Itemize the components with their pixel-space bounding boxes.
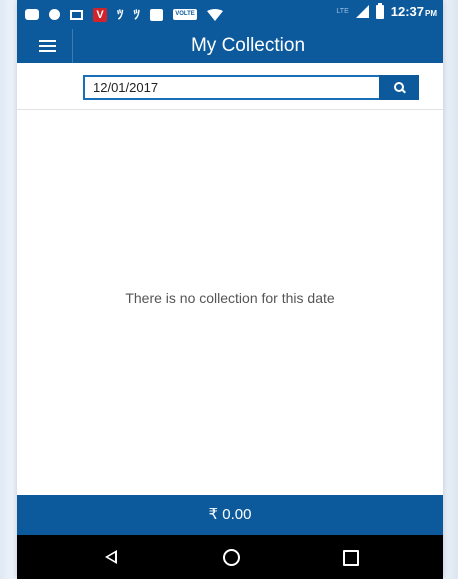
app-bar: My Collection <box>17 29 443 63</box>
search-icon-handle <box>401 88 406 94</box>
home-icon[interactable] <box>223 549 240 566</box>
system-nav-bar <box>17 535 443 579</box>
app-icon: ﾂ <box>133 6 141 22</box>
hamburger-menu-icon-line <box>39 50 56 52</box>
collection-total-bar: ₹ 0.00 <box>17 495 443 535</box>
hamburger-menu-icon <box>39 40 56 42</box>
search-button[interactable] <box>379 75 419 100</box>
location-pin-icon <box>49 9 60 20</box>
date-search-bar <box>17 63 443 110</box>
page-title: My Collection <box>190 35 306 56</box>
date-input[interactable] <box>83 75 379 100</box>
screen-icon <box>70 9 83 20</box>
lte-label: LTE <box>336 8 349 15</box>
volte-icon: VOLTE <box>173 9 197 20</box>
message-icon <box>25 9 39 20</box>
clock-ampm: PM <box>425 9 437 18</box>
signal-icon <box>355 5 369 18</box>
collection-total: ₹ 0.00 <box>208 506 252 523</box>
wifi-icon <box>207 8 223 21</box>
hamburger-menu-button[interactable] <box>17 29 73 63</box>
back-icon[interactable] <box>105 550 117 564</box>
bag-icon <box>150 8 163 21</box>
clock-time: 12:37 <box>390 4 424 19</box>
phone-screen: V ﾂ ﾂ VOLTE LTE 12:37PM My Collection Th… <box>17 0 443 579</box>
vivaldi-v-icon: V <box>93 7 107 22</box>
recent-apps-icon[interactable] <box>343 550 359 566</box>
status-right: LTE 12:37PM <box>336 2 437 19</box>
notification-icons: V ﾂ ﾂ VOLTE <box>25 6 223 23</box>
app-icon: ﾂ <box>117 6 124 22</box>
battery-icon <box>375 2 384 19</box>
status-time: 12:37PM <box>391 4 437 19</box>
status-bar: V ﾂ ﾂ VOLTE LTE 12:37PM <box>17 0 443 29</box>
hamburger-menu-icon-line <box>39 45 56 47</box>
empty-state-message: There is no collection for this date <box>125 290 335 306</box>
